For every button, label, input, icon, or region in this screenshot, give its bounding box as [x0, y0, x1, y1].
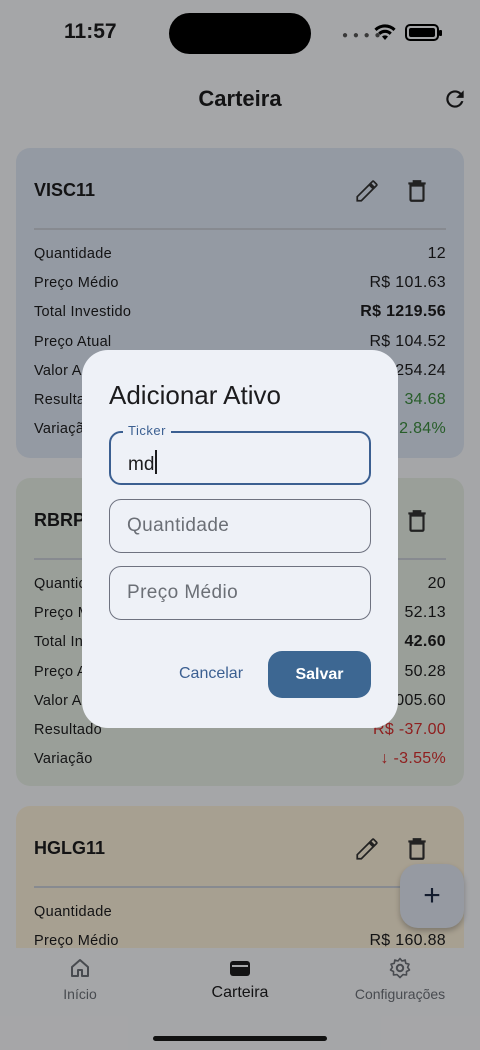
save-button[interactable]: Salvar	[268, 651, 371, 698]
quantity-input[interactable]	[127, 512, 357, 540]
quantity-field[interactable]	[109, 499, 371, 553]
ticker-value[interactable]: md	[128, 450, 158, 476]
add-asset-dialog: Adicionar Ativo Ticker md Cancelar Salva…	[82, 350, 398, 728]
cancel-button[interactable]: Cancelar	[170, 658, 252, 690]
text-caret	[155, 450, 158, 474]
home-indicator	[153, 1036, 327, 1041]
avg-price-input[interactable]	[127, 579, 357, 607]
dialog-title: Adicionar Ativo	[109, 380, 281, 410]
avg-price-field[interactable]	[109, 566, 371, 620]
ticker-field-label: Ticker	[123, 423, 171, 438]
ticker-field[interactable]: Ticker md	[109, 423, 371, 485]
